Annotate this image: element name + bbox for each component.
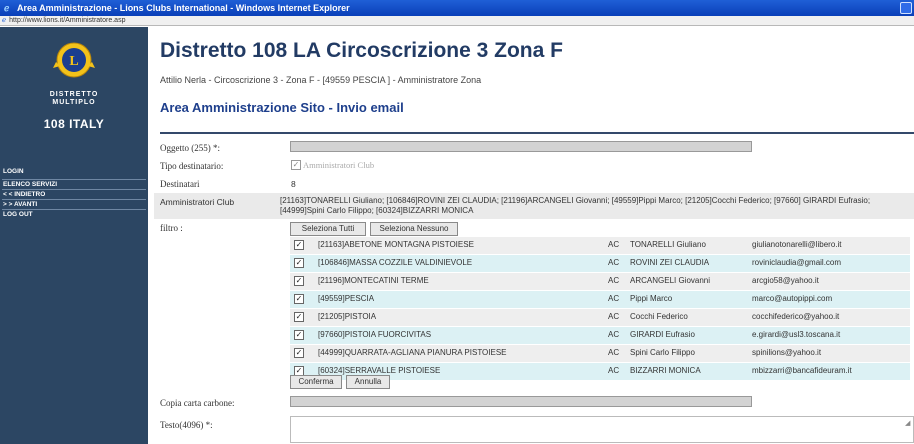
testo-label: Testo(4096) *: xyxy=(160,420,213,430)
club-role: AC xyxy=(608,276,620,285)
sidebar: L DISTRETTO MULTIPLO 108 ITALY LOGIN ELE… xyxy=(0,27,148,444)
club-name: [97660]PISTOIA FUORCIVITAS xyxy=(318,330,432,339)
club-person: Cocchi Federico xyxy=(630,312,688,321)
club-role: AC xyxy=(608,330,620,339)
club-checkbox[interactable]: ✓ xyxy=(294,276,304,286)
oggetto-label: Oggetto (255) *: xyxy=(160,143,220,153)
destinatari-count: 8 xyxy=(291,179,296,189)
club-email: roviniclaudia@gmail.com xyxy=(752,258,842,267)
club-name: [21196]MONTECATINI TERME xyxy=(318,276,429,285)
club-checkbox[interactable]: ✓ xyxy=(294,258,304,268)
club-checkbox[interactable]: ✓ xyxy=(294,348,304,358)
testo-textarea[interactable] xyxy=(290,416,914,443)
tipo-destinatario-label: Tipo destinatario: xyxy=(160,161,224,171)
logo-text-108-italy: 108 ITALY xyxy=(43,117,105,131)
page-title: Distretto 108 LA Circoscrizione 3 Zona F xyxy=(160,39,563,62)
club-person: BIZZARRI MONICA xyxy=(630,366,701,375)
club-email: giulianotonarelli@libero.it xyxy=(752,240,842,249)
amministratori-club-list: [21163]TONARELLI Giuliano; [106846]ROVIN… xyxy=(280,196,871,215)
nav-indietro[interactable]: < < INDIETRO xyxy=(0,190,148,199)
table-row: ✓ [21163]ABETONE MONTAGNA PISTOIESE AC T… xyxy=(290,237,910,254)
nav-login[interactable]: LOGIN xyxy=(0,167,148,176)
oggetto-input[interactable] xyxy=(290,141,752,152)
table-row: ✓ [106846]MASSA COZZILE VALDINIEVOLE AC … xyxy=(290,255,910,272)
club-role: AC xyxy=(608,348,620,357)
window-control-button[interactable] xyxy=(900,2,912,14)
club-checkbox[interactable]: ✓ xyxy=(294,294,304,304)
club-person: Pippi Marco xyxy=(630,294,673,303)
club-email: arcgio58@yahoo.it xyxy=(752,276,819,285)
svg-text:L: L xyxy=(69,54,78,69)
logo-text-distretto: DISTRETTO MULTIPLO xyxy=(0,91,148,107)
club-name: [44999]QUARRATA-AGLIANA PIANURA PISTOIES… xyxy=(318,348,507,357)
table-row: ✓ [49559]PESCIA AC Pippi Marco marco@aut… xyxy=(290,291,910,308)
club-role: AC xyxy=(608,240,620,249)
select-none-button[interactable]: Seleziona Nessuno xyxy=(370,222,458,236)
select-all-button[interactable]: Seleziona Tutti xyxy=(290,222,366,236)
table-row: ✓ [44999]QUARRATA-AGLIANA PIANURA PISTOI… xyxy=(290,345,910,362)
nav-avanti[interactable]: > > AVANTI xyxy=(0,200,148,209)
club-name: [106846]MASSA COZZILE VALDINIEVOLE xyxy=(318,258,473,267)
browser-icon: ℯ xyxy=(4,3,10,13)
main-content: Distretto 108 LA Circoscrizione 3 Zona F… xyxy=(154,27,914,444)
copia-carbone-label: Copia carta carbone: xyxy=(160,398,235,408)
address-bar[interactable]: ℯ http://www.lions.it/Amministratore.asp xyxy=(0,16,914,26)
resize-handle-icon[interactable]: ◢ xyxy=(905,419,910,427)
club-email: spinilions@yahoo.it xyxy=(752,348,822,357)
club-role: AC xyxy=(608,366,620,375)
copia-carbone-input[interactable] xyxy=(290,396,752,407)
amministratori-club-row: Amministratori Club [21163]TONARELLI Giu… xyxy=(154,193,914,219)
filtro-label: filtro : xyxy=(160,223,183,233)
club-email: marco@autopippi.com xyxy=(752,294,833,303)
club-checkbox[interactable]: ✓ xyxy=(294,240,304,250)
tipo-destinatario-option: Amministratori Club xyxy=(303,160,375,170)
club-email: e.girardi@usl3.toscana.it xyxy=(752,330,841,339)
table-row: ✓ [21196]MONTECATINI TERME AC ARCANGELI … xyxy=(290,273,910,290)
club-email: cocchifederico@yahoo.it xyxy=(752,312,840,321)
lions-emblem-icon: L xyxy=(53,42,95,78)
confirm-button[interactable]: Conferma xyxy=(290,375,342,389)
club-person: GIRARDI Eufrasio xyxy=(630,330,695,339)
page-subtitle: Attilio Nerla - Circoscrizione 3 - Zona … xyxy=(160,75,482,85)
table-row: ✓ [21205]PISTOIA AC Cocchi Federico cocc… xyxy=(290,309,910,326)
page-icon: ℯ xyxy=(2,16,7,24)
section-title: Area Amministrazione Sito - Invio email xyxy=(160,100,404,115)
club-person: ROVINI ZEI CLAUDIA xyxy=(630,258,710,267)
logo-line-1: DISTRETTO xyxy=(49,91,99,98)
club-name: [60324]SERRAVALLE PISTOIESE xyxy=(318,366,441,375)
club-name: [21163]ABETONE MONTAGNA PISTOIESE xyxy=(318,240,474,249)
club-role: AC xyxy=(608,258,620,267)
club-name: [49559]PESCIA xyxy=(318,294,375,303)
window-title: Area Amministrazione - Lions Clubs Inter… xyxy=(17,3,350,13)
sidebar-nav: LOGIN ELENCO SERVIZI < < INDIETRO > > AV… xyxy=(0,167,148,219)
window-titlebar: ℯ Area Amministrazione - Lions Clubs Int… xyxy=(0,0,914,16)
club-person: TONARELLI Giuliano xyxy=(630,240,706,249)
title-divider xyxy=(160,132,914,134)
club-role: AC xyxy=(608,312,620,321)
logo-line-2: MULTIPLO xyxy=(52,99,96,106)
club-email: mbizzarri@bancafideuram.it xyxy=(752,366,852,375)
address-url[interactable]: http://www.lions.it/Amministratore.asp xyxy=(9,16,125,26)
nav-elenco-servizi[interactable]: ELENCO SERVIZI xyxy=(0,180,148,189)
cancel-button[interactable]: Annulla xyxy=(346,375,390,389)
club-person: Spini Carlo Filippo xyxy=(630,348,695,357)
club-role: AC xyxy=(608,294,620,303)
club-name: [21205]PISTOIA xyxy=(318,312,377,321)
amministratori-club-label: Amministratori Club xyxy=(160,197,235,207)
destinatari-label: Destinatari xyxy=(160,179,200,189)
club-checkbox[interactable]: ✓ xyxy=(294,330,304,340)
club-person: ARCANGELI Giovanni xyxy=(630,276,711,285)
nav-logout[interactable]: LOG OUT xyxy=(0,210,148,219)
tipo-destinatario-checkbox[interactable]: ✓ xyxy=(291,160,301,170)
club-checkbox[interactable]: ✓ xyxy=(294,312,304,322)
table-row: ✓ [97660]PISTOIA FUORCIVITAS AC GIRARDI … xyxy=(290,327,910,344)
lions-logo: L DISTRETTO MULTIPLO 108 ITALY xyxy=(0,27,148,167)
